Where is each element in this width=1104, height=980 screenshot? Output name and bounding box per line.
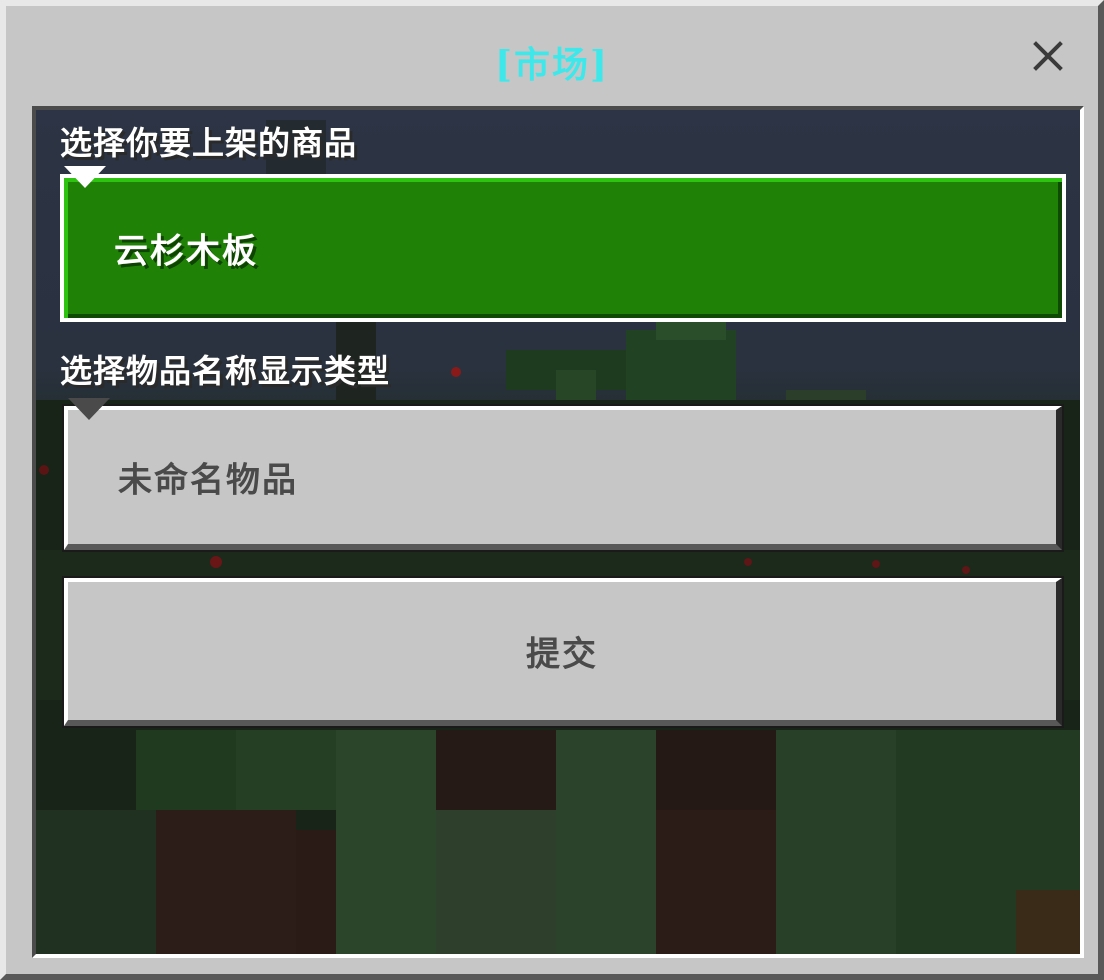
name-type-label: 选择物品名称显示类型 [60,352,391,390]
item-dropdown-value: 云杉木板 [114,231,258,272]
item-dropdown[interactable]: 云杉木板 [60,166,1066,322]
item-select-label: 选择你要上架的商品 [60,124,358,162]
world-background: 选择你要上架的商品 云杉木板 选择物品名称显示类型 未命名物品 提交 [32,106,1084,958]
triangle-down-icon [64,166,106,188]
dialog-title: [市场] [494,44,610,86]
name-type-dropdown-value: 未命名物品 [118,460,298,501]
triangle-down-icon [68,398,110,420]
submit-button[interactable]: 提交 [64,578,1062,726]
submit-button-label: 提交 [526,634,598,675]
name-type-dropdown[interactable]: 未命名物品 [64,398,1062,550]
market-dialog: [市场] 选择你要上架的商品 云杉木板 选择物品名称显示类型 未命名物品 提交 [0,0,1104,980]
close-icon[interactable] [1032,40,1064,72]
